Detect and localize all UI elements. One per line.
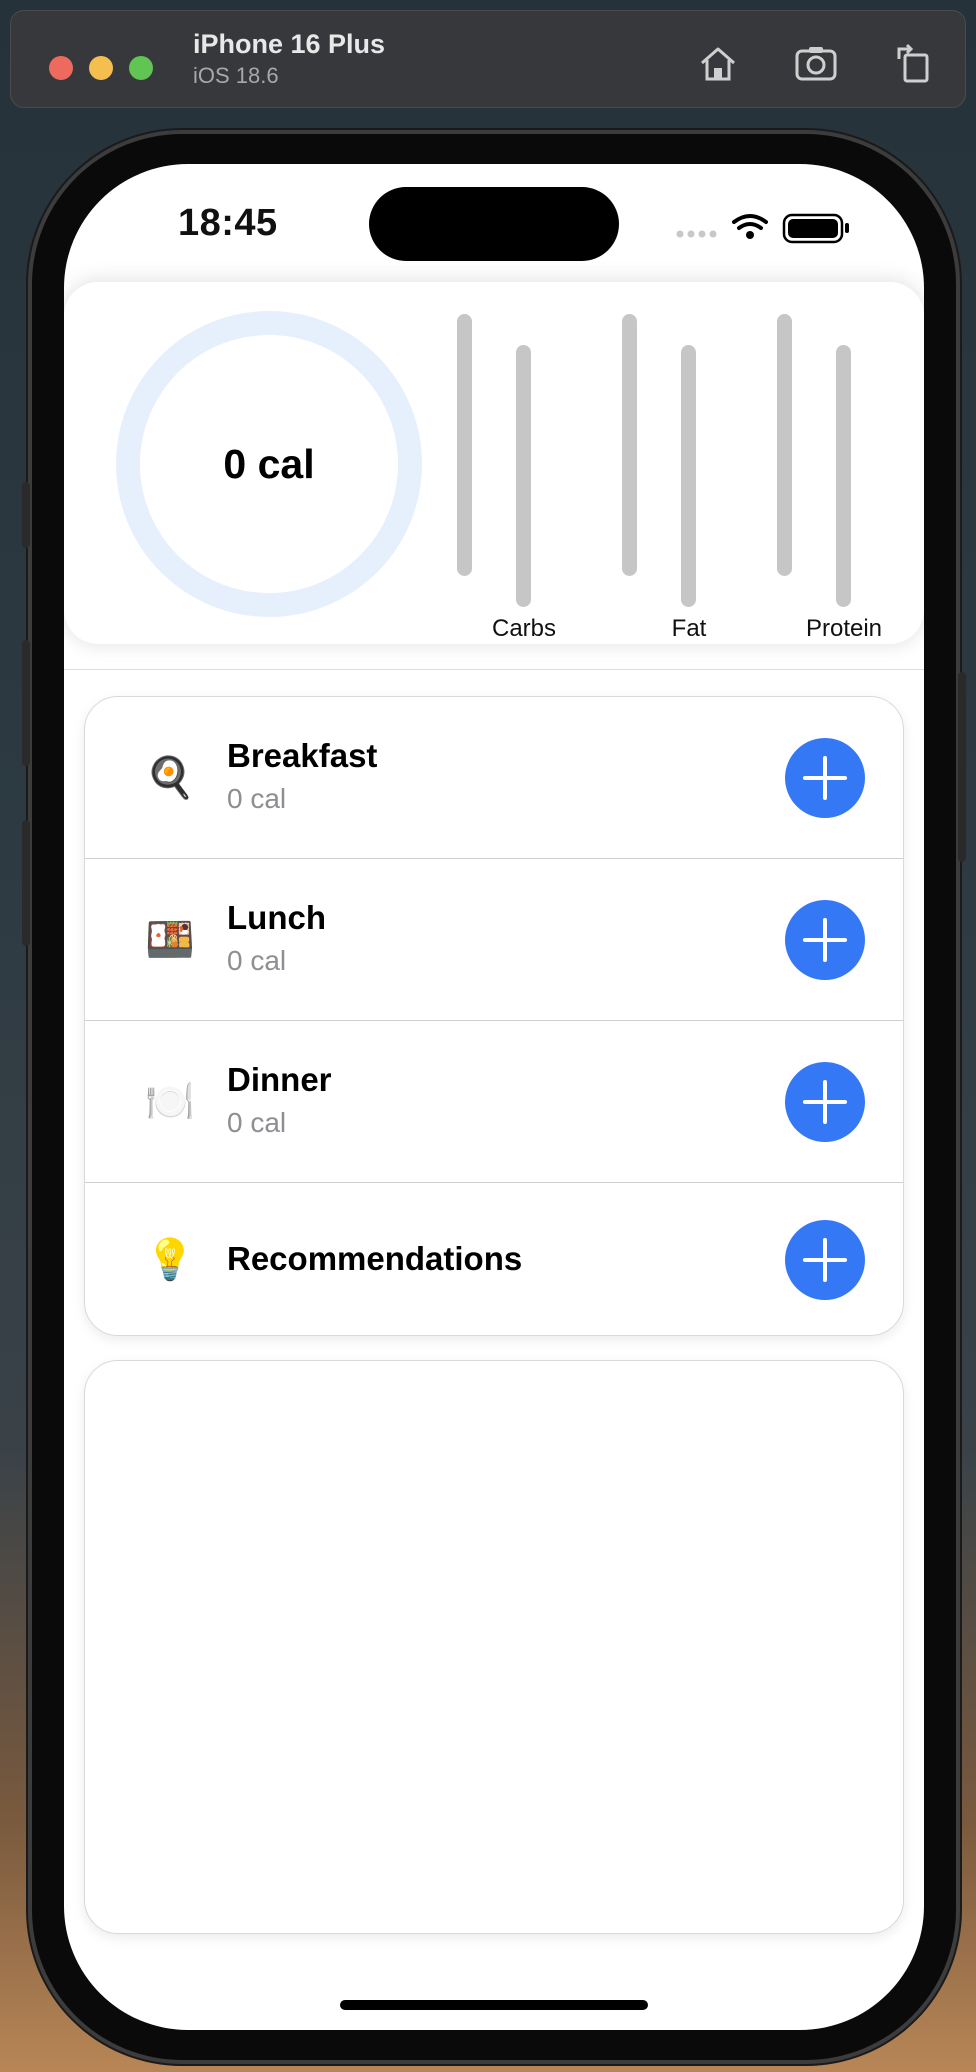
carbs-label: Carbs (491, 615, 557, 642)
protein-label: Protein (805, 615, 883, 642)
add-lunch-button[interactable] (785, 900, 865, 980)
meal-row-dinner[interactable]: 🍽️ Dinner 0 cal (85, 1021, 903, 1183)
meal-calories: 0 cal (227, 1107, 287, 1138)
minimize-window-button[interactable] (89, 56, 113, 80)
screenshot-icon[interactable] (793, 41, 839, 87)
dynamic-island (369, 187, 619, 261)
volume-down-button (22, 820, 30, 946)
nutrition-summary-card: 0 cal Carbs Fat Protein (64, 282, 924, 644)
plate-icon: 🍽️ (145, 1080, 195, 1124)
meal-title: Breakfast (227, 737, 378, 774)
add-recommendations-button[interactable] (785, 1220, 865, 1300)
home-icon[interactable] (695, 41, 741, 87)
home-indicator[interactable] (340, 2000, 648, 2010)
add-breakfast-button[interactable] (785, 738, 865, 818)
meal-calories: 0 cal (227, 783, 287, 814)
divider (64, 669, 924, 670)
wifi-icon (732, 214, 768, 230)
meal-title: Recommendations (227, 1240, 523, 1277)
close-window-button[interactable] (49, 56, 73, 80)
carbs-bar (516, 345, 531, 607)
zoom-window-button[interactable] (129, 56, 153, 80)
add-dinner-button[interactable] (785, 1062, 865, 1142)
light-bulb-icon: 💡 (145, 1238, 195, 1282)
meal-row-breakfast[interactable]: 🍳 Breakfast 0 cal (85, 697, 903, 859)
action-button (22, 482, 30, 548)
meal-title: Dinner (227, 1061, 332, 1098)
volume-up-button (22, 640, 30, 766)
calorie-ring: 0 cal (116, 311, 422, 617)
os-version: iOS 18.6 (193, 63, 279, 88)
frying-pan-icon: 🍳 (145, 756, 195, 800)
carbs-goal-bar (457, 314, 472, 576)
power-button (958, 672, 966, 862)
rotate-icon[interactable] (891, 41, 937, 87)
empty-content-card (84, 1360, 904, 1934)
meal-row-lunch[interactable]: 🍱 Lunch 0 cal (85, 859, 903, 1021)
battery-icon (782, 213, 849, 244)
simulator-toolbar: iPhone 16 Plus iOS 18.6 (10, 10, 966, 108)
cellular-icon (676, 230, 717, 238)
fat-label: Fat (671, 615, 707, 642)
protein-bar (836, 345, 851, 607)
protein-goal-bar (777, 314, 792, 576)
meals-list: 🍳 Breakfast 0 cal 🍱 Lunch 0 cal 🍽️ Dinne… (84, 696, 904, 1336)
meal-title: Lunch (227, 899, 326, 936)
calorie-total: 0 cal (223, 440, 315, 487)
meal-row-recommendations[interactable]: 💡 Recommendations (85, 1183, 903, 1335)
device-name: iPhone 16 Plus (193, 29, 386, 59)
status-time: 18:45 (178, 202, 278, 244)
fat-goal-bar (622, 314, 637, 576)
status-icons (674, 210, 864, 246)
bento-box-icon: 🍱 (145, 918, 195, 962)
fat-bar (681, 345, 696, 607)
meal-calories: 0 cal (227, 945, 287, 976)
phone-screen: 18:45 0 cal Carbs Fat Protein 🍳 Breakfas… (64, 164, 924, 2030)
